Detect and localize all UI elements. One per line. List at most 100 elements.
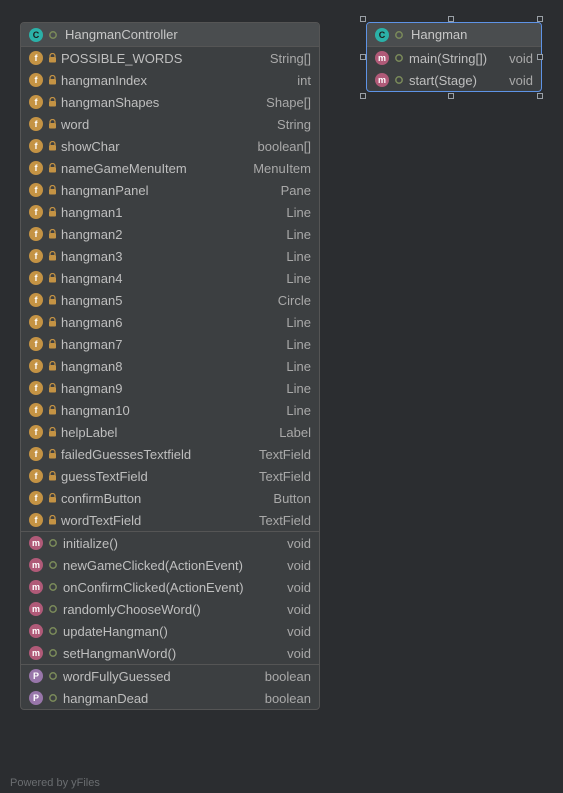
member-row[interactable]: fshowCharboolean[] <box>21 135 319 157</box>
member-row[interactable]: mstart(Stage)void <box>367 69 541 91</box>
field-icon: f <box>29 95 43 109</box>
member-row[interactable]: fguessTextFieldTextField <box>21 465 319 487</box>
field-icon: f <box>29 117 43 131</box>
field-icon: f <box>29 403 43 417</box>
member-name: hangman2 <box>61 227 122 242</box>
member-row[interactable]: fhangman9Line <box>21 377 319 399</box>
member-type: void <box>287 536 311 551</box>
class-icon: C <box>29 28 43 42</box>
member-type: boolean <box>265 669 311 684</box>
field-icon: f <box>29 469 43 483</box>
member-row[interactable]: fnameGameMenuItemMenuItem <box>21 157 319 179</box>
member-type: String <box>277 117 311 132</box>
member-row[interactable]: minitialize()void <box>21 532 319 554</box>
member-row[interactable]: fconfirmButtonButton <box>21 487 319 509</box>
selection-handle[interactable] <box>537 93 543 99</box>
member-row[interactable]: mnewGameClicked(ActionEvent)void <box>21 554 319 576</box>
member-name: hangman8 <box>61 359 122 374</box>
member-row[interactable]: fhangman5Circle <box>21 289 319 311</box>
member-row[interactable]: ffailedGuessesTextfieldTextField <box>21 443 319 465</box>
lock-icon <box>47 184 57 196</box>
member-type: String[] <box>270 51 311 66</box>
lock-icon <box>47 470 57 482</box>
field-icon: f <box>29 73 43 87</box>
selection-handle[interactable] <box>448 93 454 99</box>
field-icon: f <box>29 139 43 153</box>
member-name: updateHangman() <box>63 624 168 639</box>
member-name: nameGameMenuItem <box>61 161 187 176</box>
class-icon: C <box>375 28 389 42</box>
visibility-icon <box>393 74 405 86</box>
member-name: confirmButton <box>61 491 141 506</box>
class-name: HangmanController <box>65 27 178 42</box>
member-row[interactable]: fhangman2Line <box>21 223 319 245</box>
member-name: wordTextField <box>61 513 141 528</box>
visibility-icon <box>393 29 405 41</box>
member-name: hangmanIndex <box>61 73 147 88</box>
selection-handle[interactable] <box>448 16 454 22</box>
member-row[interactable]: fhangmanPanelPane <box>21 179 319 201</box>
lock-icon <box>47 448 57 460</box>
member-row[interactable]: fhangman6Line <box>21 311 319 333</box>
member-type: void <box>509 51 533 66</box>
member-row[interactable]: mupdateHangman()void <box>21 620 319 642</box>
selection-handle[interactable] <box>537 16 543 22</box>
lock-icon <box>47 206 57 218</box>
member-row[interactable]: PhangmanDeadboolean <box>21 687 319 709</box>
lock-icon <box>47 96 57 108</box>
member-row[interactable]: fhangman3Line <box>21 245 319 267</box>
visibility-icon <box>47 581 59 593</box>
member-type: TextField <box>259 513 311 528</box>
lock-icon <box>47 382 57 394</box>
field-icon: f <box>29 183 43 197</box>
selection-handle[interactable] <box>537 54 543 60</box>
member-name: hangman10 <box>61 403 130 418</box>
selection-handle[interactable] <box>360 54 366 60</box>
class-box-hangman-controller[interactable]: C HangmanController f POSSIBLE_WORDS Strin… <box>20 22 320 710</box>
member-type: void <box>509 73 533 88</box>
field-icon: f <box>29 359 43 373</box>
member-name: hangman4 <box>61 271 122 286</box>
method-icon: m <box>29 558 43 572</box>
member-name: randomlyChooseWord() <box>63 602 201 617</box>
lock-icon <box>47 228 57 240</box>
member-type: Line <box>286 271 311 286</box>
member-row[interactable]: fhangmanShapesShape[] <box>21 91 319 113</box>
selection-handle[interactable] <box>360 16 366 22</box>
member-row[interactable]: monConfirmClicked(ActionEvent)void <box>21 576 319 598</box>
member-row[interactable]: mrandomlyChooseWord()void <box>21 598 319 620</box>
lock-icon <box>47 514 57 526</box>
lock-icon <box>47 118 57 130</box>
member-row[interactable]: fwordTextFieldTextField <box>21 509 319 531</box>
field-icon: f <box>29 227 43 241</box>
visibility-icon <box>47 625 59 637</box>
member-row[interactable]: fhangman10Line <box>21 399 319 421</box>
field-icon: f <box>29 249 43 263</box>
member-row[interactable]: mmain(String[])void <box>367 47 541 69</box>
member-row[interactable]: fhangman8Line <box>21 355 319 377</box>
member-name: initialize() <box>63 536 118 551</box>
member-row[interactable]: fhelpLabelLabel <box>21 421 319 443</box>
lock-icon <box>47 316 57 328</box>
member-row[interactable]: fhangman7Line <box>21 333 319 355</box>
method-icon: m <box>29 624 43 638</box>
member-row[interactable]: fhangman1Line <box>21 201 319 223</box>
member-row[interactable]: fPOSSIBLE_WORDSString[] <box>21 47 319 69</box>
member-row[interactable]: fwordString <box>21 113 319 135</box>
field-icon: f <box>29 271 43 285</box>
member-name: hangman6 <box>61 315 122 330</box>
field-icon: f <box>29 337 43 351</box>
member-row[interactable]: PwordFullyGuessedboolean <box>21 665 319 687</box>
visibility-icon <box>47 692 59 704</box>
member-name: POSSIBLE_WORDS <box>61 51 182 66</box>
methods-section: m initialize() void mnewGameClicked(ActionE… <box>21 532 319 665</box>
member-name: main(String[]) <box>409 51 487 66</box>
member-row[interactable]: msetHangmanWord()void <box>21 642 319 664</box>
field-icon: f <box>29 425 43 439</box>
class-box-hangman[interactable]: C Hangman mmain(String[])voidmstart(Stag… <box>366 22 542 92</box>
selection-handle[interactable] <box>360 93 366 99</box>
member-type: Pane <box>281 183 311 198</box>
member-row[interactable]: fhangmanIndexint <box>21 69 319 91</box>
class-header: C HangmanController <box>21 23 319 47</box>
member-row[interactable]: f hangman4 Line <box>21 267 319 289</box>
